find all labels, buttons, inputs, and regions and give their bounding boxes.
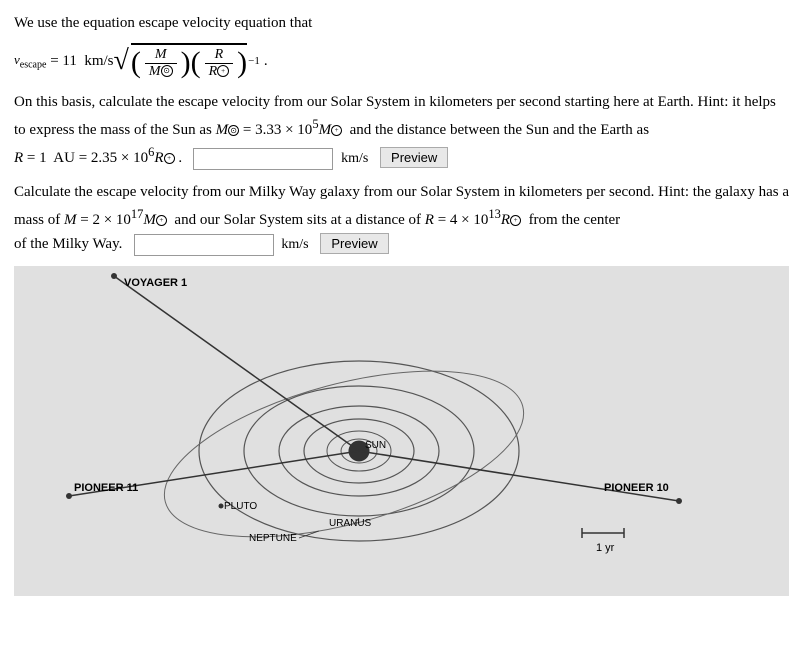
- question2-block: Calculate the escape velocity from our M…: [14, 180, 789, 256]
- q2-km-label: km/s: [281, 237, 308, 252]
- pioneer10-label: PIONEER 10: [604, 482, 669, 494]
- diagram-svg: SUN VOYAGER 1 PIONEER 11 PIONEER 10 PLUT…: [14, 266, 789, 596]
- q1-answer-input[interactable]: [193, 148, 333, 170]
- sqrt-symbol: √: [114, 47, 129, 75]
- q1-preview-button[interactable]: Preview: [380, 147, 448, 168]
- sqrt-content: ( M M⊙ ) ( R R+ ): [131, 43, 247, 80]
- sun-label: SUN: [365, 440, 386, 451]
- q2-text: Calculate the escape velocity from our M…: [14, 184, 789, 252]
- fraction-R: R R+: [205, 47, 234, 80]
- q2-preview-button[interactable]: Preview: [320, 233, 388, 254]
- left-paren1: (: [131, 48, 141, 78]
- q2-answer-input[interactable]: [134, 234, 274, 256]
- voyager1-label: VOYAGER 1: [124, 277, 187, 289]
- period: .: [264, 53, 268, 70]
- right-paren2: ): [237, 48, 247, 78]
- 1yr-label: 1 yr: [596, 542, 615, 554]
- neg1-exponent: −1: [248, 55, 260, 67]
- intro-text: We use the equation escape velocity equa…: [14, 12, 789, 35]
- question1-block: On this basis, calculate the escape velo…: [14, 90, 789, 170]
- equals-sign: = 11 km/s: [46, 53, 113, 70]
- v-escape-label: vescape: [14, 52, 46, 71]
- escape-velocity-equation: vescape = 11 km/s √ ( M M⊙ ) ( R R+ ) −1…: [14, 43, 789, 80]
- q1-km-label: km/s: [341, 151, 368, 166]
- fraction-M: M M⊙: [145, 47, 177, 80]
- right-paren1: ): [181, 48, 191, 78]
- left-paren2: (: [191, 48, 201, 78]
- neptune-label: NEPTUNE: [249, 533, 297, 544]
- pioneer11-label: PIONEER 11: [74, 482, 138, 494]
- pluto-label: PLUTO: [224, 501, 257, 512]
- uranus-label: URANUS: [329, 518, 372, 529]
- solar-system-diagram: SUN VOYAGER 1 PIONEER 11 PIONEER 10 PLUT…: [14, 266, 789, 596]
